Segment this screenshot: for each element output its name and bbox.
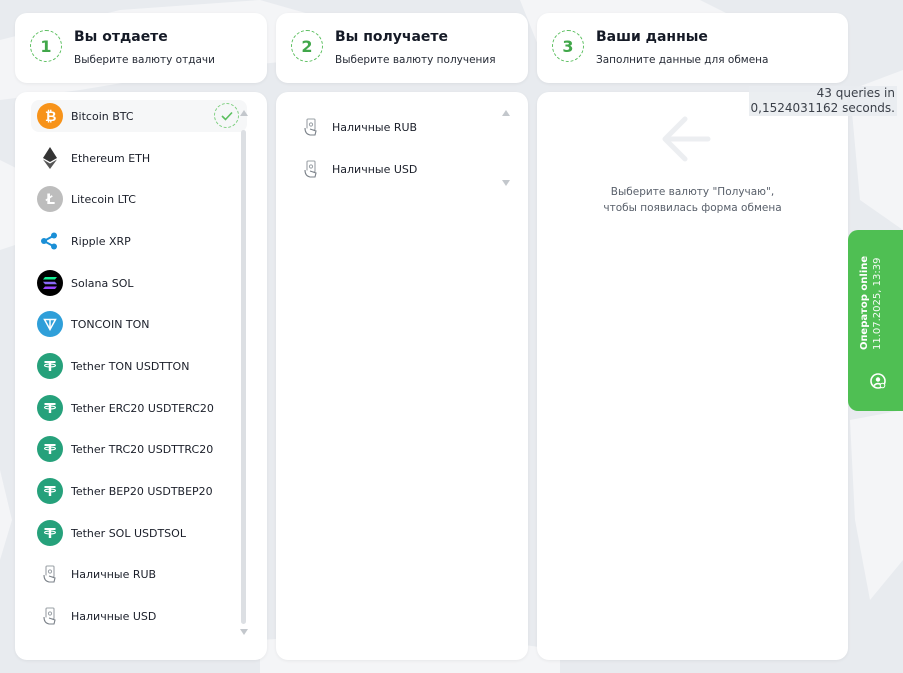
tether-icon (37, 520, 63, 546)
queries-info: 43 queries in 0,1524031162 seconds. (748, 86, 897, 116)
currency-label: Bitcoin BTC (71, 109, 134, 123)
step-title: Вы отдаете (74, 29, 168, 45)
litecoin-icon: Ł (37, 186, 63, 212)
currency-item-sol[interactable]: Solana SOL (31, 267, 247, 299)
currency-label: Tether TRC20 USDTTRC20 (71, 442, 214, 456)
currency-item-usdttrc20[interactable]: Tether TRC20 USDTTRC20 (31, 433, 247, 465)
bitcoin-icon: ₿ (37, 103, 63, 129)
step-number: 3 (552, 30, 584, 62)
step-3-card: 3 Ваши данные Заполните данные для обмен… (537, 13, 848, 83)
currency-label: Solana SOL (71, 276, 134, 290)
currency-label: Наличные USD (332, 162, 418, 176)
currency-item-usdtsol[interactable]: Tether SOL USDTSOL (31, 517, 247, 549)
check-icon (214, 103, 239, 128)
scroll-up-arrow[interactable] (502, 110, 510, 116)
currency-label: Tether SOL USDTSOL (71, 526, 186, 540)
currency-label: Ripple XRP (71, 234, 131, 248)
step-number: 1 (30, 30, 62, 62)
currency-label: Tether ERC20 USDTERC20 (71, 401, 214, 415)
step-2-card: 2 Вы получаете Выберите валюту получения (276, 13, 528, 83)
scroll-down-arrow[interactable] (502, 180, 510, 186)
tether-icon (37, 395, 63, 421)
cash-hand-icon (298, 114, 324, 140)
currency-label: Наличные USD (71, 609, 157, 623)
cash-hand-icon (37, 603, 63, 629)
currency-item-ton[interactable]: TONCOIN TON (31, 308, 247, 340)
operator-online-widget[interactable]: Оператор online 11.07.2025, 13:39 (848, 230, 903, 411)
step-title: Вы получаете (335, 29, 449, 45)
get-currency-panel: Наличные RUB Наличные USD (276, 92, 528, 660)
operator-avatar-icon (870, 373, 886, 389)
currency-item-usdterc20[interactable]: Tether ERC20 USDTERC20 (31, 392, 247, 424)
scrollbar[interactable] (241, 130, 246, 624)
currency-item-usdtton[interactable]: Tether TON USDTTON (31, 350, 247, 382)
step-1-card: 1 Вы отдаете Выберите валюту отдачи (15, 13, 267, 83)
currency-label: Наличные RUB (71, 567, 157, 581)
scroll-up-arrow[interactable] (240, 110, 248, 116)
select-currency-hint: Выберите валюту "Получаю", чтобы появила… (537, 184, 848, 216)
step-subtitle: Выберите валюту отдачи (74, 54, 215, 66)
hint-line: чтобы появилась форма обмена (603, 202, 782, 214)
currency-label: Tether TON USDTTON (71, 359, 190, 373)
give-currency-panel: ₿ Bitcoin BTC Ethereum ETH Ł Litecoin LT… (15, 92, 267, 660)
toncoin-icon (37, 311, 63, 337)
svg-text:₿: ₿ (45, 109, 56, 124)
arrow-left-icon (662, 116, 711, 162)
currency-label: Наличные RUB (332, 120, 418, 134)
tether-icon (37, 478, 63, 504)
details-panel: Выберите валюту "Получаю", чтобы появила… (537, 92, 848, 660)
currency-item-xrp[interactable]: Ripple XRP (31, 225, 247, 257)
currency-item-btc[interactable]: ₿ Bitcoin BTC (31, 100, 247, 132)
currency-label: Ethereum ETH (71, 151, 151, 165)
ripple-icon (37, 228, 63, 254)
solana-icon (37, 270, 63, 296)
scroll-down-arrow[interactable] (240, 629, 248, 635)
step-subtitle: Заполните данные для обмена (596, 54, 769, 66)
currency-item-cash-usd[interactable]: Наличные USD (31, 600, 247, 632)
svg-text:Ł: Ł (45, 192, 55, 207)
tether-icon (37, 353, 63, 379)
currency-item-cash-rub[interactable]: Наличные RUB (292, 111, 508, 143)
hint-line: Выберите валюту "Получаю", (610, 186, 775, 198)
tether-icon (37, 436, 63, 462)
operator-status: Оператор online 11.07.2025, 13:39 (858, 256, 884, 350)
step-subtitle: Выберите валюту получения (335, 54, 496, 66)
currency-label: Tether BEP20 USDTBEP20 (71, 484, 213, 498)
currency-item-eth[interactable]: Ethereum ETH (31, 142, 247, 174)
currency-label: Litecoin LTC (71, 192, 136, 206)
currency-item-cash-rub[interactable]: Наличные RUB (31, 558, 247, 590)
currency-item-usdtbep20[interactable]: Tether BEP20 USDTBEP20 (31, 475, 247, 507)
queries-time: 0,1524031162 seconds. (750, 101, 895, 115)
ethereum-icon (37, 145, 63, 171)
queries-count: 43 queries in (816, 86, 895, 100)
currency-label: TONCOIN TON (71, 317, 150, 331)
cash-hand-icon (298, 156, 324, 182)
currency-item-ltc[interactable]: Ł Litecoin LTC (31, 183, 247, 215)
step-number: 2 (291, 30, 323, 62)
step-title: Ваши данные (596, 29, 708, 45)
operator-datetime: 11.07.2025, 13:39 (872, 257, 883, 350)
cash-hand-icon (37, 561, 63, 587)
currency-item-cash-usd[interactable]: Наличные USD (292, 153, 508, 185)
operator-status-label: Оператор online (859, 255, 870, 350)
